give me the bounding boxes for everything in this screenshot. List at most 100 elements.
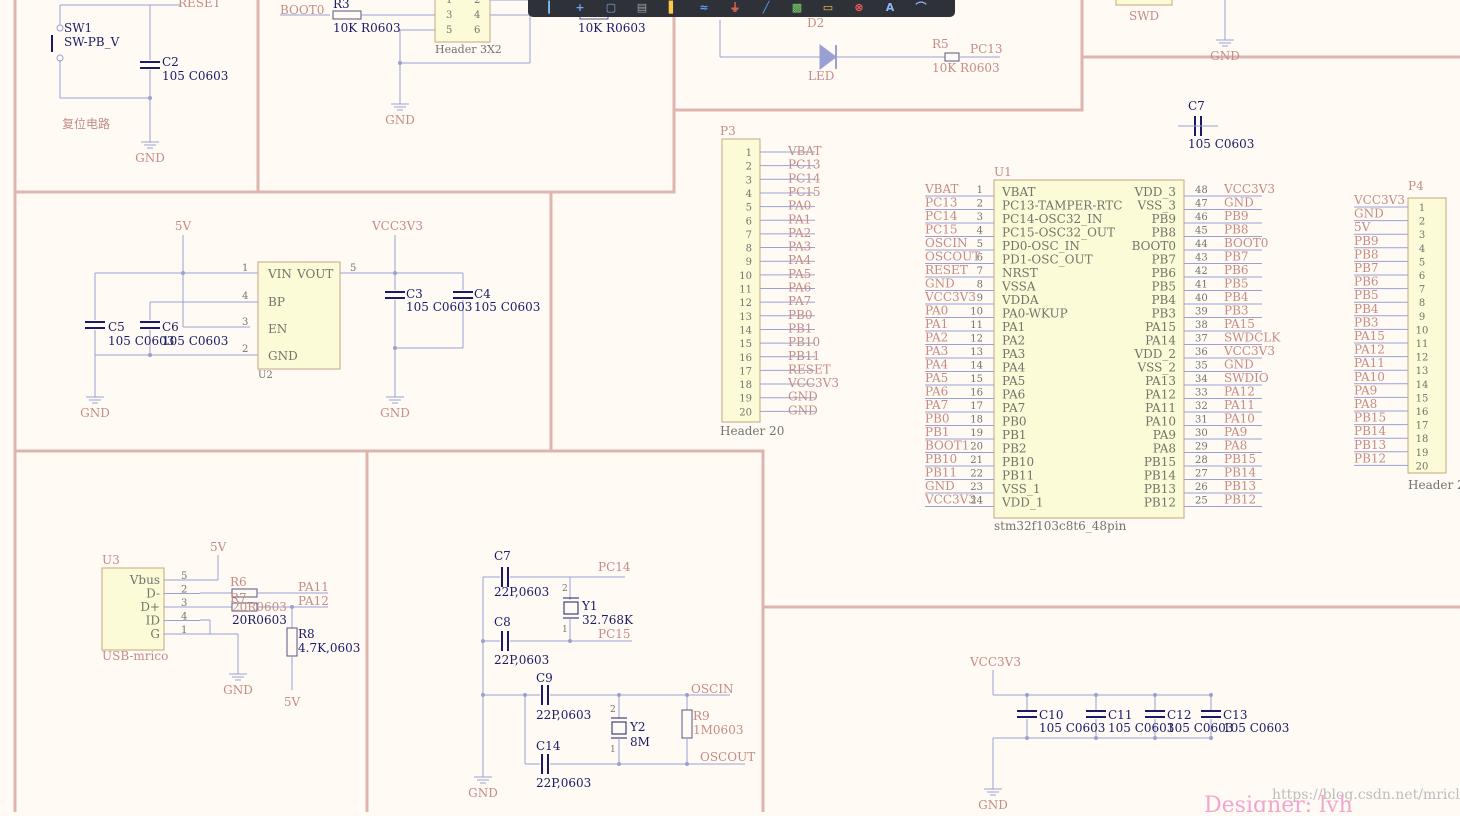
usb-pin-num-1: 1 — [181, 625, 187, 636]
u1-net-right-25: PB12 — [1224, 493, 1256, 507]
p4-pin-14: 14 — [1416, 380, 1429, 391]
schematic-canvas[interactable]: RESET SW1 SW-PB_V C2 105 C0603 GND 复位电路 BOOT0 R3… — [0, 0, 1460, 816]
chip-icon[interactable]: ▩ — [788, 1, 806, 15]
arc-icon[interactable]: ⌒ — [912, 1, 930, 15]
net-label-pa11: PA11 — [298, 580, 329, 594]
y2-value: 8M — [630, 735, 650, 749]
u1-net-right-43: PB7 — [1224, 250, 1249, 264]
bus-icon[interactable]: ▌ — [664, 1, 682, 15]
resistor-body[interactable] — [681, 709, 693, 739]
net-label-oscin: OSCIN — [691, 682, 733, 696]
u1-designator: U1 — [994, 165, 1012, 179]
p3-net-pa4: PA4 — [788, 253, 812, 267]
led-symbol[interactable] — [819, 44, 837, 70]
plus-icon[interactable]: + — [571, 1, 589, 15]
u1-net-left-7: RESET — [925, 263, 968, 277]
y1-value: 32.768K — [582, 613, 634, 627]
y1-crystal-symbol[interactable] — [563, 601, 579, 615]
pin-vout: VOUT — [296, 267, 333, 281]
p4-footer: Header 20 — [1408, 478, 1460, 492]
u1-pin-19: 19 — [970, 428, 983, 439]
u1-pinname-27: PB14 — [1144, 469, 1177, 483]
u1-net-right-46: PB9 — [1224, 209, 1249, 223]
c2-value: 105 C0603 — [162, 69, 228, 83]
net-label-usb-5v-b: 5V — [284, 695, 301, 709]
resistor-body[interactable] — [944, 52, 960, 62]
r3-value: 10K R0603 — [333, 21, 401, 35]
u1-pinname-17: PA7 — [1002, 401, 1025, 415]
reset-circuit-title: 复位电路 — [62, 116, 110, 131]
p3-net-pa7: PA7 — [788, 294, 811, 308]
p4-net-pb9: PB9 — [1354, 234, 1379, 248]
p4-pin-9: 9 — [1419, 312, 1425, 323]
p3-net-reset: RESET — [788, 362, 831, 376]
junction-dot — [181, 271, 185, 275]
p3-net-pa6: PA6 — [788, 281, 811, 295]
p3-pin-1: 1 — [746, 148, 752, 159]
u1-pinname-11: PA1 — [1002, 320, 1025, 334]
junction-dot — [148, 96, 152, 100]
u1-pinname-13: PA3 — [1002, 347, 1025, 361]
usb-pin-D+: D+ — [140, 600, 160, 614]
text-icon[interactable]: A — [881, 1, 899, 15]
u1-pinname-47: VSS_3 — [1136, 199, 1176, 213]
u1-pin-37: 37 — [1195, 334, 1208, 345]
p4-pin-1: 1 — [1419, 203, 1425, 214]
pin-icon[interactable]: ┃ — [540, 1, 558, 15]
harness-icon[interactable]: ▭ — [819, 1, 837, 15]
p3-net-pb10: PB10 — [788, 335, 820, 349]
component-icon[interactable]: ▤ — [633, 1, 651, 15]
gnd-label: GND — [385, 113, 415, 127]
c8-value: 22P,0603 — [494, 653, 549, 667]
c14-designator: C14 — [536, 739, 561, 753]
gnd-port-icon[interactable]: ⏚ — [726, 1, 744, 15]
c4-value: 105 C0603 — [474, 300, 540, 314]
u1-pin-26: 26 — [1195, 482, 1208, 493]
u1-pinname-38: PA15 — [1145, 320, 1176, 334]
no-erc-icon[interactable]: ⊗ — [850, 1, 868, 15]
u1-pin-46: 46 — [1195, 212, 1208, 223]
p3-pin-20: 20 — [739, 407, 752, 418]
u1-pin-44: 44 — [1195, 239, 1208, 250]
u1-pin-9: 9 — [977, 293, 983, 304]
u1-net-left-9: VCC3V3 — [924, 290, 976, 304]
u1-pin-45: 45 — [1195, 226, 1208, 237]
p4-net-pb3: PB3 — [1354, 315, 1379, 329]
bus-entry-icon[interactable]: ╱ — [757, 1, 775, 15]
pin-1: 1 — [242, 263, 248, 274]
select-rect-icon[interactable]: ▢ — [602, 1, 620, 15]
u1-pinname-24: VDD_1 — [1001, 496, 1044, 510]
c3-value: 105 C0603 — [406, 300, 472, 314]
u1-pinname-36: VDD_2 — [1133, 347, 1176, 361]
u1-net-right-35: GND — [1224, 358, 1254, 372]
pin-4: 4 — [242, 291, 248, 302]
u1-net-right-32: PA11 — [1224, 398, 1255, 412]
junction-dot — [481, 639, 485, 643]
pin-5: 5 — [350, 263, 356, 274]
p4-net-vcc3v3: VCC3V3 — [1353, 193, 1405, 207]
swd-header-body[interactable] — [1115, 0, 1173, 6]
p4-net-pa9: PA9 — [1354, 383, 1377, 397]
p3-pin-10: 10 — [739, 271, 752, 282]
u1-pinname-39: PB3 — [1151, 307, 1176, 321]
y2-crystal-symbol[interactable] — [611, 721, 627, 735]
u1-pin-39: 39 — [1195, 307, 1208, 318]
u1-net-right-47: GND — [1224, 196, 1254, 210]
u1-pinname-34: PA13 — [1145, 374, 1176, 388]
p4-designator: P4 — [1408, 179, 1424, 193]
wire-icon[interactable]: ≈ — [695, 1, 713, 15]
sw1-value: SW-PB_V — [64, 35, 120, 49]
r6-value: 20R0603 — [232, 613, 287, 627]
u1-net-right-33: PA12 — [1224, 385, 1255, 399]
resistor-body[interactable] — [332, 10, 362, 20]
p4-net-pa10: PA10 — [1354, 370, 1385, 384]
p3-pin-5: 5 — [746, 203, 752, 214]
r6-designator: R6 — [230, 575, 247, 589]
p3-pin-9: 9 — [746, 257, 752, 268]
pin-2: 2 — [474, 0, 480, 6]
resistor-body[interactable] — [286, 627, 298, 657]
p3-pin-13: 13 — [739, 312, 752, 323]
u1-pin-30: 30 — [1195, 428, 1208, 439]
header-3x2-body[interactable] — [434, 0, 491, 43]
pin-en: EN — [268, 322, 287, 336]
